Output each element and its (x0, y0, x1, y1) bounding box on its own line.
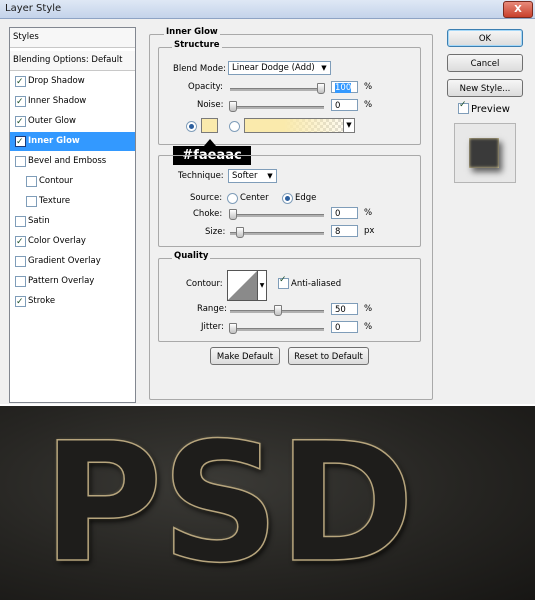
style-item-inner-shadow[interactable]: Inner Shadow (10, 92, 135, 112)
blending-options-item[interactable]: Blending Options: Default (10, 51, 135, 71)
texture-checkbox[interactable] (26, 196, 37, 207)
glow-gradient-swatch[interactable] (244, 118, 344, 133)
style-item-gradient-overlay[interactable]: Gradient Overlay (10, 252, 135, 271)
style-item-contour[interactable]: Contour (10, 172, 135, 191)
drop-shadow-checkbox[interactable] (15, 73, 26, 92)
quality-title: Quality (172, 251, 211, 261)
satin-checkbox[interactable] (15, 216, 26, 227)
noise-slider[interactable] (230, 106, 324, 109)
color-radio[interactable] (186, 121, 197, 132)
choke-slider[interactable] (230, 214, 324, 217)
contour-dropdown-icon[interactable]: ▼ (257, 270, 267, 301)
stroke-checkbox[interactable] (15, 293, 26, 312)
style-preview-swatch (469, 138, 499, 168)
chevron-down-icon: ▼ (321, 64, 327, 72)
range-unit: % (364, 304, 373, 314)
window-titlebar: Layer Style X (0, 0, 535, 19)
noise-label: Noise: (197, 100, 224, 110)
jitter-label: Jitter: (201, 322, 224, 332)
source-edge-radio[interactable] (282, 193, 293, 204)
choke-input[interactable]: 0 (331, 207, 358, 219)
size-slider-thumb[interactable] (236, 227, 244, 238)
choke-slider-thumb[interactable] (229, 209, 237, 220)
inner-glow-title: Inner Glow (164, 27, 220, 37)
anti-aliased-checkbox[interactable] (278, 275, 289, 289)
range-slider-thumb[interactable] (274, 305, 282, 316)
opacity-unit: % (364, 82, 373, 92)
opacity-slider[interactable] (230, 88, 324, 91)
contour-curve-icon (228, 271, 257, 300)
new-style-button[interactable]: New Style... (447, 79, 523, 97)
styles-header[interactable]: Styles (10, 28, 135, 48)
style-item-satin[interactable]: Satin (10, 212, 135, 231)
style-item-color-overlay[interactable]: Color Overlay (10, 232, 135, 252)
style-item-drop-shadow[interactable]: Drop Shadow (10, 72, 135, 92)
range-label: Range: (197, 304, 227, 314)
inner-glow-checkbox[interactable] (15, 133, 26, 152)
technique-select[interactable]: Softer ▼ (228, 169, 277, 183)
window-title: Layer Style (5, 3, 62, 14)
style-preview-box (454, 123, 516, 183)
choke-label: Choke: (193, 209, 223, 219)
jitter-slider-thumb[interactable] (229, 323, 237, 334)
reset-to-default-button[interactable]: Reset to Default (288, 347, 369, 365)
range-input[interactable]: 50 (331, 303, 358, 315)
size-slider[interactable] (230, 232, 324, 235)
outer-glow-checkbox[interactable] (15, 113, 26, 132)
blend-mode-select[interactable]: Linear Dodge (Add) ▼ (228, 61, 331, 75)
make-default-button[interactable]: Make Default (210, 347, 280, 365)
size-input[interactable]: 8 (331, 225, 358, 237)
noise-slider-thumb[interactable] (229, 101, 237, 112)
source-center-radio[interactable] (227, 193, 238, 204)
anti-aliased-label: Anti-aliased (291, 279, 342, 289)
chevron-down-icon: ▼ (267, 172, 273, 180)
glow-color-swatch[interactable] (201, 118, 218, 133)
style-item-pattern-overlay[interactable]: Pattern Overlay (10, 272, 135, 291)
hex-callout-pointer (204, 139, 216, 146)
psd-result-image: PSD (0, 406, 535, 600)
gradient-overlay-checkbox[interactable] (15, 256, 26, 267)
gradient-radio[interactable] (229, 121, 240, 132)
source-center-label: Center (240, 193, 269, 203)
noise-unit: % (364, 100, 373, 110)
preview-checkbox[interactable] (458, 100, 469, 114)
styles-list: Styles Blending Options: Default Drop Sh… (9, 27, 136, 403)
style-item-inner-glow[interactable]: Inner Glow (10, 132, 135, 152)
source-edge-label: Edge (295, 193, 317, 203)
bevel-emboss-checkbox[interactable] (15, 156, 26, 167)
structure-title: Structure (172, 40, 222, 50)
preview-label: Preview (471, 104, 510, 115)
jitter-slider[interactable] (230, 328, 324, 331)
style-item-texture[interactable]: Texture (10, 192, 135, 211)
blend-mode-label: Blend Mode: (173, 64, 226, 74)
jitter-input[interactable]: 0 (331, 321, 358, 333)
jitter-unit: % (364, 322, 373, 332)
choke-unit: % (364, 208, 373, 218)
contour-label: Contour: (186, 279, 223, 289)
size-label: Size: (205, 227, 226, 237)
source-label: Source: (190, 193, 223, 203)
style-item-outer-glow[interactable]: Outer Glow (10, 112, 135, 132)
color-overlay-checkbox[interactable] (15, 233, 26, 252)
inner-shadow-checkbox[interactable] (15, 93, 26, 112)
contour-checkbox[interactable] (26, 176, 37, 187)
cancel-button[interactable]: Cancel (447, 54, 523, 72)
size-unit: px (364, 226, 375, 236)
style-item-bevel-emboss[interactable]: Bevel and Emboss (10, 152, 135, 171)
noise-input[interactable]: 0 (331, 99, 358, 111)
style-item-stroke[interactable]: Stroke (10, 292, 135, 312)
ok-button[interactable]: OK (447, 29, 523, 47)
opacity-input[interactable]: 100 (331, 81, 358, 93)
opacity-slider-thumb[interactable] (317, 83, 325, 94)
gradient-dropdown-icon[interactable]: ▼ (343, 118, 355, 133)
contour-preview[interactable] (227, 270, 258, 301)
technique-label: Technique: (178, 171, 224, 181)
pattern-overlay-checkbox[interactable] (15, 276, 26, 287)
opacity-label: Opacity: (188, 82, 223, 92)
close-button[interactable]: X (503, 1, 533, 18)
psd-title-text: PSD (41, 407, 415, 599)
